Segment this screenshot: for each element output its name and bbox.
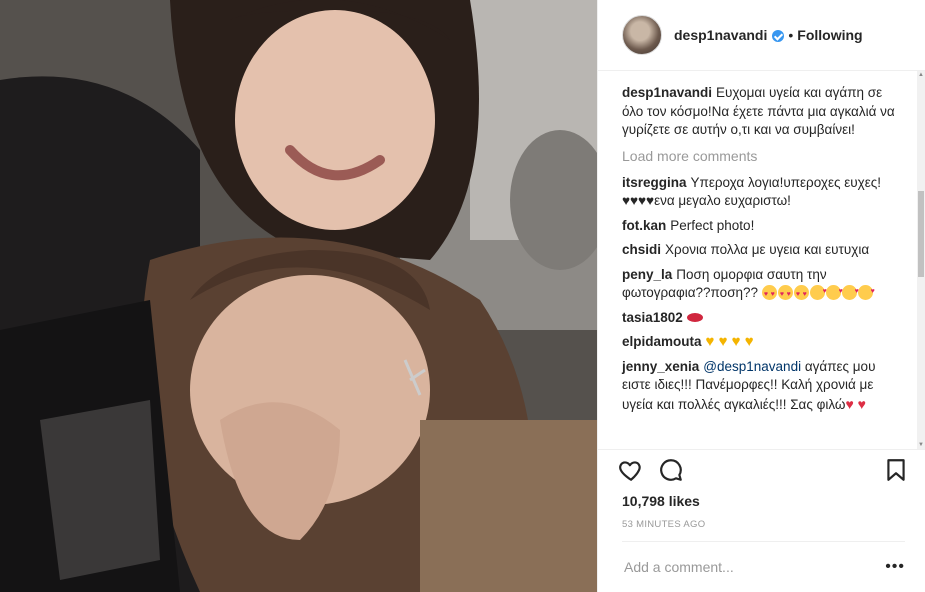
- red-heart-emoji-icon: ♥ ♥: [845, 395, 866, 412]
- heart-eyes-emoji-icon: [793, 285, 809, 305]
- caption: desp1navandi Ευχομαι υγεία και αγάπη σε ό…: [622, 84, 901, 140]
- post-sidebar: desp1navandi • Following desp1navandi Ευχ…: [597, 0, 925, 592]
- following-button[interactable]: Following: [797, 27, 862, 43]
- yellow-heart-emoji-icon: ♥ ♥ ♥ ♥: [705, 333, 754, 350]
- comment-item: chsidi Χρονια πολλα με υγεια και ευτυχια: [622, 241, 901, 260]
- photo-illustration: [0, 0, 597, 592]
- comment-username[interactable]: jenny_xenia: [622, 359, 699, 374]
- like-count[interactable]: 10,798 likes: [622, 493, 700, 509]
- comment-item: elpidamouta ♥ ♥ ♥ ♥: [622, 333, 901, 352]
- speech-bubble-icon[interactable]: [658, 457, 684, 483]
- comments-list[interactable]: desp1navandi Ευχομαι υγεία και αγάπη σε ό…: [598, 71, 917, 449]
- kiss-emoji-icon: [809, 283, 827, 302]
- comment-username[interactable]: chsidi: [622, 242, 661, 257]
- comment-text: Perfect photo!: [670, 217, 755, 233]
- post-photo[interactable]: [0, 0, 597, 592]
- heart-eyes-emoji-icon: [777, 285, 793, 305]
- post-timestamp[interactable]: 53 MINUTES AGO: [622, 519, 705, 530]
- comment-username[interactable]: peny_la: [622, 267, 672, 282]
- instagram-post: desp1navandi • Following desp1navandi Ευχ…: [0, 0, 925, 592]
- load-more-comments-button[interactable]: Load more comments: [622, 148, 901, 164]
- heart-eyes-emoji-icon: [761, 285, 777, 305]
- kiss-emoji-icon: [841, 283, 859, 302]
- comments-scrollbar[interactable]: ▲ ▼: [917, 71, 925, 449]
- lips-emoji-icon: [686, 312, 703, 322]
- comment-username[interactable]: fot.kan: [622, 218, 666, 233]
- scroll-up-arrow-icon[interactable]: ▲: [917, 71, 925, 79]
- caption-username[interactable]: desp1navandi: [622, 85, 712, 100]
- comment-item: peny_la Ποση ομορφια σαυτη την φωτογραφια…: [622, 266, 901, 305]
- scrollbar-thumb[interactable]: [918, 191, 924, 277]
- author-username[interactable]: desp1navandi: [674, 27, 767, 43]
- comment-item: fot.kan Perfect photo!: [622, 217, 901, 236]
- comment-item: itsreggina Υπεροχα λογια!υπεροχες ευχες! …: [622, 174, 901, 211]
- add-comment-bar: •••: [622, 541, 905, 592]
- comment-username[interactable]: itsreggina: [622, 175, 687, 190]
- kiss-emoji-icon: [857, 283, 875, 302]
- more-options-button[interactable]: •••: [885, 558, 905, 576]
- post-header: desp1navandi • Following: [598, 0, 925, 71]
- comment-item: jenny_xenia @desp1navandi αγάπες μου ειστ…: [622, 358, 901, 415]
- comment-username[interactable]: tasia1802: [622, 310, 683, 325]
- comment-item: tasia1802: [622, 309, 901, 328]
- add-comment-input[interactable]: [622, 558, 886, 576]
- separator-dot: •: [788, 27, 794, 43]
- avatar[interactable]: [622, 15, 662, 55]
- kiss-emoji-icon: [825, 283, 843, 302]
- comment-username[interactable]: elpidamouta: [622, 334, 702, 349]
- verified-badge-icon: [772, 30, 785, 42]
- mention-link[interactable]: @desp1navandi: [703, 359, 801, 374]
- scroll-down-arrow-icon[interactable]: ▼: [917, 441, 925, 449]
- heart-outline-icon[interactable]: [618, 457, 644, 483]
- post-actions: [598, 449, 925, 489]
- bookmark-icon[interactable]: [883, 457, 909, 483]
- comment-text: Χρονια πολλα με υγεια και ευτυχια: [665, 242, 870, 257]
